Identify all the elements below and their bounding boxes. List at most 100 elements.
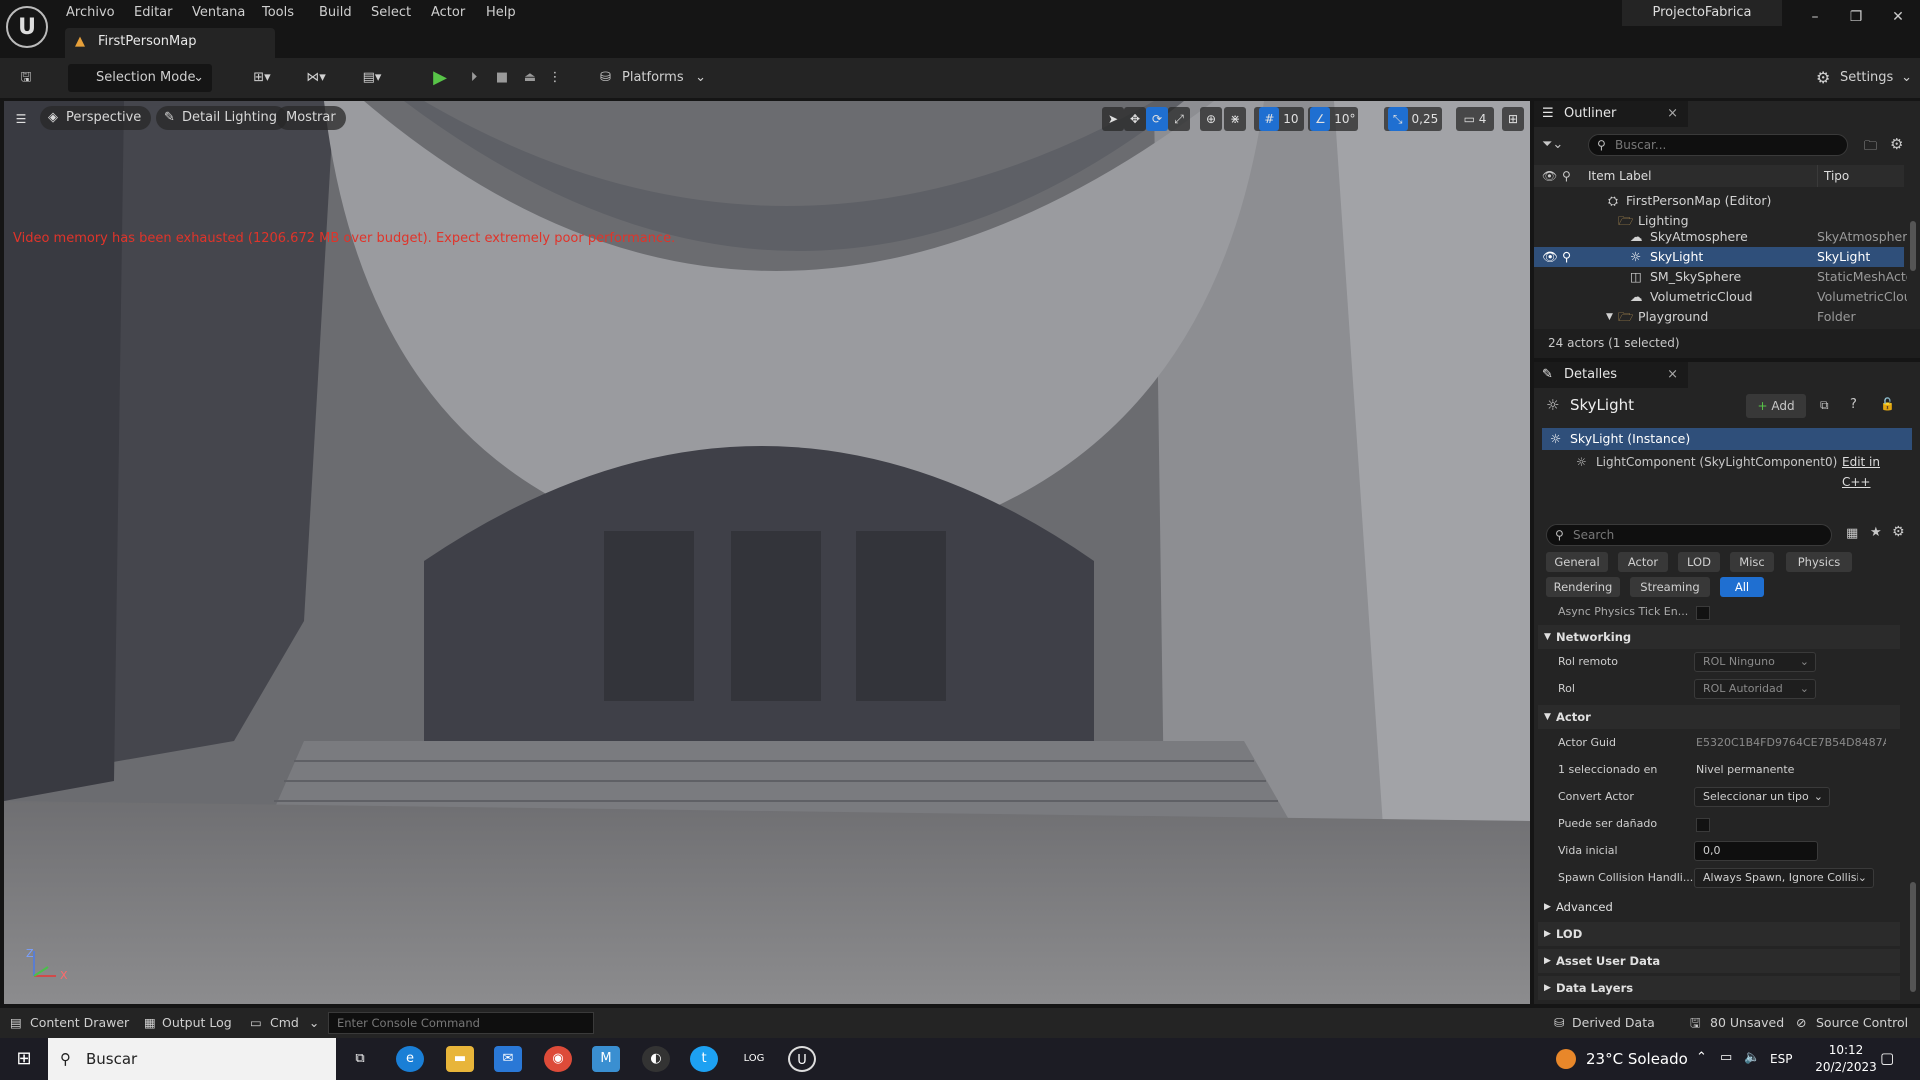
col-type[interactable]: Tipo xyxy=(1817,165,1849,187)
world-space-icon[interactable]: ⊕ xyxy=(1200,107,1222,131)
weather-text[interactable]: 23°C Soleado xyxy=(1586,1038,1688,1080)
visibility-icon[interactable]: 👁 xyxy=(1542,165,1557,187)
add-component-button[interactable]: + Add xyxy=(1746,394,1806,418)
selection-mode-dropdown[interactable]: Selection Mode ⌄ xyxy=(68,64,212,92)
filter-lod[interactable]: LOD xyxy=(1678,552,1720,572)
move-tool-icon[interactable]: ✥ xyxy=(1124,107,1146,131)
section-actor[interactable]: ▼ Actor xyxy=(1538,705,1900,729)
details-search-input[interactable]: ⚲ Search xyxy=(1546,524,1832,546)
outliner-tab[interactable]: ☰ Outliner × xyxy=(1534,101,1688,127)
filter-actor[interactable]: Actor xyxy=(1618,552,1668,572)
scale-snap-button[interactable]: ⤡ 0,25 xyxy=(1384,107,1442,131)
filter-rendering[interactable]: Rendering xyxy=(1546,577,1620,597)
play-icon[interactable]: ▶ xyxy=(428,64,452,92)
console-command-input[interactable]: Enter Console Command xyxy=(328,1012,594,1034)
camera-speed-button[interactable]: ▭ 4 xyxy=(1456,107,1494,131)
unreal-taskbar-icon[interactable]: U xyxy=(788,1046,816,1072)
windows-start-icon[interactable]: ⊞ xyxy=(10,1046,38,1072)
level-viewport[interactable]: ☰ ◈ Perspective ✎ Detail Lighting Mostra… xyxy=(4,101,1530,1004)
add-folder-icon[interactable]: 🗀 xyxy=(1864,137,1877,159)
select-tool-icon[interactable]: ➤ xyxy=(1102,107,1124,131)
visibility-icon[interactable]: 👁 xyxy=(1542,247,1558,267)
outliner-row[interactable]: ☁ VolumetricCloud VolumetricCloud xyxy=(1534,287,1907,307)
outliner-scrollbar[interactable] xyxy=(1910,221,1916,271)
menu-help[interactable]: Help xyxy=(486,3,516,23)
section-advanced[interactable]: ▶ Advanced xyxy=(1538,895,1900,919)
async-physics-checkbox[interactable] xyxy=(1696,606,1710,620)
favorite-star-icon[interactable]: ★ xyxy=(1870,525,1882,540)
rotate-tool-icon[interactable]: ⟳ xyxy=(1146,107,1168,131)
file-explorer-icon[interactable]: ▬ xyxy=(446,1046,474,1072)
derived-data-button[interactable]: ⛁ Derived Data xyxy=(1554,1008,1655,1038)
col-item-label[interactable]: Item Label xyxy=(1588,165,1652,187)
outliner-row[interactable]: ⛭ FirstPersonMap (Editor) xyxy=(1534,191,1904,211)
stop-icon[interactable]: ■ xyxy=(490,64,514,92)
gear-icon[interactable]: ⚙ xyxy=(1892,524,1905,540)
blueprint-icon[interactable]: ⋈▾ xyxy=(296,64,336,92)
section-asset-user-data[interactable]: ▶ Asset User Data xyxy=(1538,949,1900,973)
logic-app-icon[interactable]: LOG xyxy=(740,1046,768,1072)
table-view-icon[interactable]: ▦ xyxy=(1846,526,1858,541)
menu-tools[interactable]: Tools xyxy=(262,3,294,23)
close-icon[interactable]: × xyxy=(1667,362,1678,388)
filter-misc[interactable]: Misc xyxy=(1730,552,1774,572)
cmd-dropdown[interactable]: ▭ Cmd ⌄ xyxy=(250,1008,319,1038)
gear-icon[interactable]: ⚙ xyxy=(1890,135,1903,153)
menu-ventana[interactable]: Ventana xyxy=(192,3,245,23)
rol-dropdown[interactable]: ROL Autoridad ⌄ xyxy=(1694,679,1816,699)
perspective-button[interactable]: ◈ Perspective xyxy=(40,106,152,130)
show-button[interactable]: Mostrar xyxy=(276,106,346,130)
pin-icon[interactable]: ⚲ xyxy=(1562,165,1571,187)
clock[interactable]: 10:12 20/2/2023 xyxy=(1808,1042,1884,1076)
save-icon[interactable]: 🖫 xyxy=(12,64,40,92)
eject-icon[interactable]: ⏏ xyxy=(518,64,542,92)
outliner-search-input[interactable]: ⚲ Buscar... xyxy=(1588,134,1848,156)
initial-life-input[interactable]: 0,0 xyxy=(1694,841,1818,861)
details-tab[interactable]: ✎ Detalles × xyxy=(1534,362,1688,388)
help-icon[interactable]: ? xyxy=(1850,397,1857,412)
document-tab[interactable]: ▲ FirstPersonMap xyxy=(65,28,275,58)
filter-physics[interactable]: Physics xyxy=(1786,552,1852,572)
menu-actor[interactable]: Actor xyxy=(431,3,465,23)
filter-general[interactable]: General xyxy=(1546,552,1608,572)
source-control-button[interactable]: ⊘ Source Control xyxy=(1796,1008,1908,1038)
outliner-row[interactable]: ◫ SM_SkySphere StaticMeshActor xyxy=(1534,267,1907,287)
menu-select[interactable]: Select xyxy=(371,3,411,23)
viewport-menu-icon[interactable]: ☰ xyxy=(10,107,32,131)
can-be-damaged-checkbox[interactable] xyxy=(1696,818,1710,832)
volume-icon[interactable]: 🔈 xyxy=(1744,1050,1760,1065)
output-log-button[interactable]: ▦ Output Log xyxy=(144,1008,232,1038)
rotation-snap-button[interactable]: ∠ 10° xyxy=(1308,107,1358,131)
pin-icon[interactable]: ⚲ xyxy=(1562,247,1571,267)
convert-actor-dropdown[interactable]: Seleccionar un tipo ⌄ xyxy=(1694,787,1830,807)
platforms-dropdown[interactable]: ⛁ Platforms ⌄ xyxy=(596,64,706,92)
notifications-icon[interactable]: ▢ xyxy=(1880,1049,1894,1067)
instance-row[interactable]: ☼ SkyLight (Instance) xyxy=(1542,428,1912,450)
cinema4d-icon[interactable]: ◐ xyxy=(642,1046,670,1072)
section-lod[interactable]: ▶ LOD xyxy=(1538,922,1900,946)
twitter-icon[interactable]: t xyxy=(690,1046,718,1072)
unreal-logo-icon[interactable]: U xyxy=(6,6,48,48)
details-scrollbar[interactable] xyxy=(1910,882,1916,992)
chevron-up-icon[interactable]: ⌃ xyxy=(1696,1050,1707,1065)
app-m-icon[interactable]: M xyxy=(592,1046,620,1072)
chrome-icon[interactable]: ◉ xyxy=(544,1046,572,1072)
outliner-row[interactable]: ☁ SkyAtmosphere SkyAtmosphere xyxy=(1534,227,1907,247)
menu-editar[interactable]: Editar xyxy=(134,3,173,23)
menu-build[interactable]: Build xyxy=(319,3,352,23)
step-icon[interactable]: ⏵ xyxy=(462,64,486,92)
outliner-row[interactable]: ▼ 🗁 Playground Folder xyxy=(1534,307,1904,327)
component-row[interactable]: ☼ LightComponent (SkyLightComponent0) Ed… xyxy=(1542,452,1912,489)
expand-arrow-icon[interactable]: ▼ xyxy=(1606,307,1613,327)
close-icon[interactable]: ✕ xyxy=(1878,4,1918,30)
menu-archivo[interactable]: Archivo xyxy=(66,3,115,23)
viewport-layout-icon[interactable]: ⊞ xyxy=(1502,107,1524,131)
scale-tool-icon[interactable]: ⤢ xyxy=(1168,107,1190,131)
language-indicator[interactable]: ESP xyxy=(1770,1038,1792,1080)
view-mode-button[interactable]: ✎ Detail Lighting xyxy=(156,106,287,130)
filter-all[interactable]: All xyxy=(1720,577,1764,597)
section-data-layers[interactable]: ▶ Data Layers xyxy=(1538,976,1900,1000)
settings-dropdown[interactable]: ⚙ Settings ⌄ xyxy=(1812,64,1912,92)
edge-icon[interactable]: e xyxy=(396,1046,424,1072)
section-networking[interactable]: ▼ Networking xyxy=(1538,625,1900,649)
